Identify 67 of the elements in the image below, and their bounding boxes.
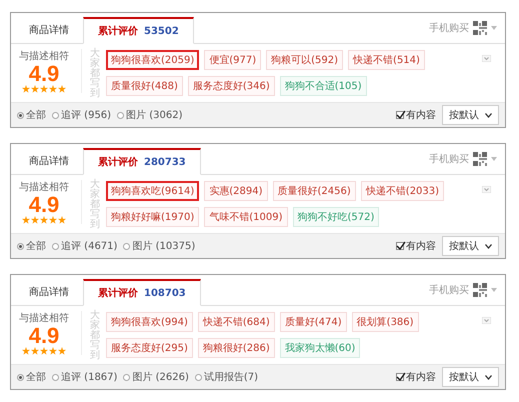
tab[interactable]: 商品详情 — [15, 148, 83, 174]
filter-radio[interactable]: 全部 — [17, 239, 46, 253]
qr-code-icon — [473, 21, 487, 35]
review-tag[interactable]: 质量好(474) — [280, 312, 347, 332]
rating-score: 4.9 — [28, 63, 60, 85]
qr-code-icon — [473, 152, 487, 166]
review-tag[interactable]: 狗狗不好吃(572) — [292, 207, 380, 227]
rating-label: 与描述相符 — [19, 50, 69, 63]
filter-radio[interactable]: 全部 — [17, 108, 46, 122]
review-tag[interactable]: 实惠(2894) — [204, 181, 268, 201]
filter-radio[interactable]: 试用报告(7) — [194, 370, 258, 384]
checkmark-icon — [396, 110, 406, 120]
mobile-buy-label[interactable]: 手机购买 — [429, 152, 469, 166]
caret-icon — [485, 374, 492, 380]
has-content-checkbox[interactable]: 有内容 — [396, 239, 436, 253]
mobile-buy-label[interactable]: 手机购买 — [429, 21, 469, 35]
review-tag[interactable]: 狗狗很喜欢(2059) — [106, 50, 200, 70]
review-tag[interactable]: 便宜(977) — [204, 50, 262, 70]
caret-icon — [485, 112, 492, 118]
tab[interactable]: 累计评价 108703 — [83, 279, 201, 306]
sort-dropdown[interactable]: 按默认 — [442, 105, 499, 125]
expand-icon[interactable] — [482, 186, 491, 193]
qr-code-icon — [473, 283, 487, 297]
review-tag[interactable]: 狗粮好好嘛(1970) — [106, 207, 200, 227]
rating-label: 与描述相符 — [19, 180, 69, 194]
sort-dropdown[interactable]: 按默认 — [442, 236, 499, 256]
expand-icon[interactable] — [482, 55, 491, 62]
review-tag[interactable]: 我家狗太懒(60) — [280, 338, 360, 358]
rating-score: 4.9 — [28, 194, 60, 216]
rating-label: 与描述相符 — [19, 312, 69, 325]
review-tag[interactable]: 狗粮很好(286) — [198, 338, 275, 358]
review-tag[interactable]: 狗狗喜欢吃(9614) — [106, 181, 200, 201]
caret-icon[interactable] — [491, 26, 497, 30]
review-tag[interactable]: 气味不错(1009) — [204, 207, 288, 227]
tab[interactable]: 商品详情 — [15, 279, 83, 305]
tab[interactable]: 商品详情 — [15, 17, 83, 43]
checkmark-icon — [396, 241, 406, 251]
rating-score: 4.9 — [28, 325, 60, 347]
tab[interactable]: 累计评价 53502 — [83, 17, 194, 44]
review-tag[interactable]: 狗粮可以(592) — [266, 50, 344, 70]
review-tag[interactable]: 快递不错(514) — [348, 50, 425, 70]
filter-radio[interactable]: 追评 (1867) — [52, 370, 118, 384]
review-tag[interactable]: 质量很好(2456) — [272, 181, 356, 201]
filter-radio[interactable]: 图片 (2626) — [123, 370, 189, 384]
review-tag[interactable]: 服务态度好(295) — [106, 338, 193, 358]
filter-radio[interactable]: 全部 — [17, 370, 46, 384]
has-content-checkbox[interactable]: 有内容 — [396, 370, 436, 384]
caret-icon[interactable] — [491, 157, 497, 161]
caret-icon[interactable] — [491, 288, 497, 292]
review-tag[interactable]: 快递不错(2033) — [360, 181, 444, 201]
tab[interactable]: 累计评价 280733 — [83, 148, 201, 175]
mobile-buy-label[interactable]: 手机购买 — [429, 283, 469, 297]
caret-icon — [485, 244, 492, 248]
filter-radio[interactable]: 追评 (4671) — [52, 239, 118, 253]
expand-icon[interactable] — [482, 317, 491, 324]
filter-radio[interactable]: 追评 (956) — [52, 108, 112, 122]
review-tag[interactable]: 狗狗很喜欢(994) — [106, 312, 193, 332]
review-tag[interactable]: 很划算(386) — [352, 312, 419, 332]
checkmark-icon — [396, 372, 406, 382]
review-tag[interactable]: 服务态度好(346) — [188, 76, 275, 96]
filter-radio[interactable]: 图片 (10375) — [123, 239, 196, 253]
review-tag[interactable]: 质量很好(488) — [106, 76, 183, 96]
review-tag[interactable]: 快递不错(684) — [198, 312, 275, 332]
review-tag[interactable]: 狗狗不合适(105) — [280, 76, 367, 96]
has-content-checkbox[interactable]: 有内容 — [396, 108, 436, 122]
filter-radio[interactable]: 图片 (3062) — [117, 108, 183, 122]
sort-dropdown[interactable]: 按默认 — [442, 367, 499, 387]
